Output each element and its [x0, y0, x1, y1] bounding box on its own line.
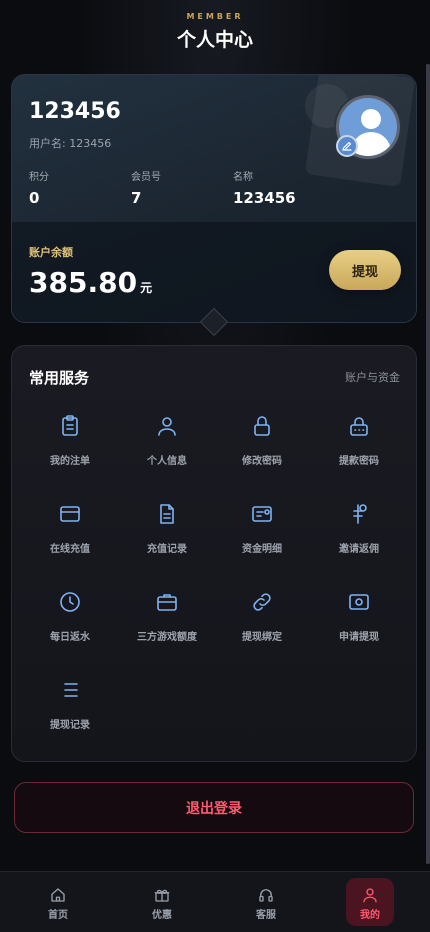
service-withdraw-records[interactable]: 提现记录	[22, 678, 118, 748]
lock-icon	[254, 416, 270, 436]
account-stats: 积分 0 会员号 7 名称 123456	[29, 168, 329, 208]
document-icon	[160, 504, 174, 524]
credit-card-icon	[60, 506, 80, 522]
service-change-password[interactable]: 修改密码	[214, 414, 310, 484]
edit-avatar-icon[interactable]	[336, 135, 358, 157]
page-header: MEMBER 个人中心	[0, 12, 430, 52]
list-icon	[64, 683, 78, 697]
services-panel: 常用服务 账户与资金 我的注单 个人信息 修改密码 提款密码 在线充值 充值记录…	[11, 345, 417, 762]
service-label: 三方游戏额度	[137, 632, 197, 643]
service-label: 申请提现	[339, 632, 379, 643]
service-label: 我的注单	[50, 456, 90, 467]
account-id: 123456	[29, 99, 121, 124]
gift-icon	[154, 889, 170, 902]
service-label: 修改密码	[242, 456, 282, 467]
service-withdraw-password[interactable]: 提款密码	[311, 414, 407, 484]
withdraw-button[interactable]: 提现	[329, 250, 401, 290]
service-invite-commission[interactable]: 邀请返佣	[311, 502, 407, 572]
stat-value: 7	[131, 189, 142, 207]
service-my-bets[interactable]: 我的注单	[22, 414, 118, 484]
user-icon	[363, 888, 377, 903]
services-title: 常用服务	[29, 369, 90, 387]
member-page: MEMBER 个人中心 123456 用户名: 123456 积分 0 会员号 …	[0, 0, 430, 932]
balance-amount: 385.80 元	[29, 266, 152, 299]
service-label: 资金明细	[242, 544, 282, 555]
scrollbar-thumb[interactable]	[426, 64, 430, 864]
lock-keypad-icon	[350, 417, 368, 436]
tab-home[interactable]: 首页	[34, 878, 82, 926]
user-icon	[158, 417, 176, 436]
clipboard-icon	[62, 415, 78, 436]
service-daily-rebate[interactable]: 每日返水	[22, 590, 118, 660]
stat-value: 0	[29, 189, 40, 207]
cash-icon	[349, 594, 369, 610]
service-personal-info[interactable]: 个人信息	[119, 414, 215, 484]
balance-value: 385.80	[29, 266, 138, 299]
service-fund-details[interactable]: 资金明细	[214, 502, 310, 572]
wallet-detail-icon	[252, 506, 272, 522]
stat-label: 会员号	[131, 172, 161, 183]
avatar-head	[361, 109, 381, 129]
tab-promotions[interactable]: 优惠	[138, 878, 186, 926]
account-username: 用户名: 123456	[29, 137, 112, 150]
service-label: 充值记录	[147, 544, 187, 555]
service-label: 在线充值	[50, 544, 90, 555]
service-label: 邀请返佣	[339, 544, 379, 555]
stat-points: 积分 0	[29, 168, 49, 207]
tab-support[interactable]: 客服	[242, 878, 290, 926]
logout-button[interactable]: 退出登录	[14, 782, 414, 833]
stat-name: 名称 123456	[233, 168, 296, 207]
link-icon	[253, 593, 271, 611]
service-label: 提现绑定	[242, 632, 282, 643]
service-apply-withdraw[interactable]: 申请提现	[311, 590, 407, 660]
avatar-wrap[interactable]	[336, 95, 400, 159]
commission-icon	[353, 504, 367, 524]
briefcase-icon	[157, 594, 177, 611]
stat-label: 积分	[29, 172, 49, 183]
tab-label: 首页	[48, 910, 68, 921]
service-label: 提现记录	[50, 720, 90, 731]
services-link[interactable]: 账户与资金	[345, 369, 400, 385]
service-withdraw-binding[interactable]: 提现绑定	[214, 590, 310, 660]
account-card: 123456 用户名: 123456 积分 0 会员号 7 名称 123456	[11, 74, 417, 323]
service-label: 每日返水	[50, 632, 90, 643]
balance-label: 账户余额	[29, 246, 73, 259]
tab-label: 我的	[360, 910, 380, 921]
stat-member-no: 会员号 7	[131, 168, 161, 207]
header-eyebrow: MEMBER	[186, 12, 244, 21]
stat-value: 123456	[233, 189, 296, 207]
scrollbar[interactable]	[426, 64, 430, 864]
service-recharge-records[interactable]: 充值记录	[119, 502, 215, 572]
service-label: 提款密码	[339, 456, 379, 467]
stat-label: 名称	[233, 172, 253, 183]
service-third-party-credit[interactable]: 三方游戏额度	[119, 590, 215, 660]
service-online-recharge[interactable]: 在线充值	[22, 502, 118, 572]
tab-label: 客服	[256, 910, 276, 921]
service-label: 个人信息	[147, 456, 187, 467]
clock-icon	[60, 592, 80, 612]
bottom-tab-bar: 首页 优惠 客服 我的	[0, 871, 430, 932]
tab-mine[interactable]: 我的	[346, 878, 394, 926]
balance-unit: 元	[140, 281, 153, 295]
home-icon	[51, 888, 65, 902]
page-title: 个人中心	[176, 29, 253, 51]
tab-label: 优惠	[152, 910, 172, 921]
headset-icon	[259, 889, 273, 902]
